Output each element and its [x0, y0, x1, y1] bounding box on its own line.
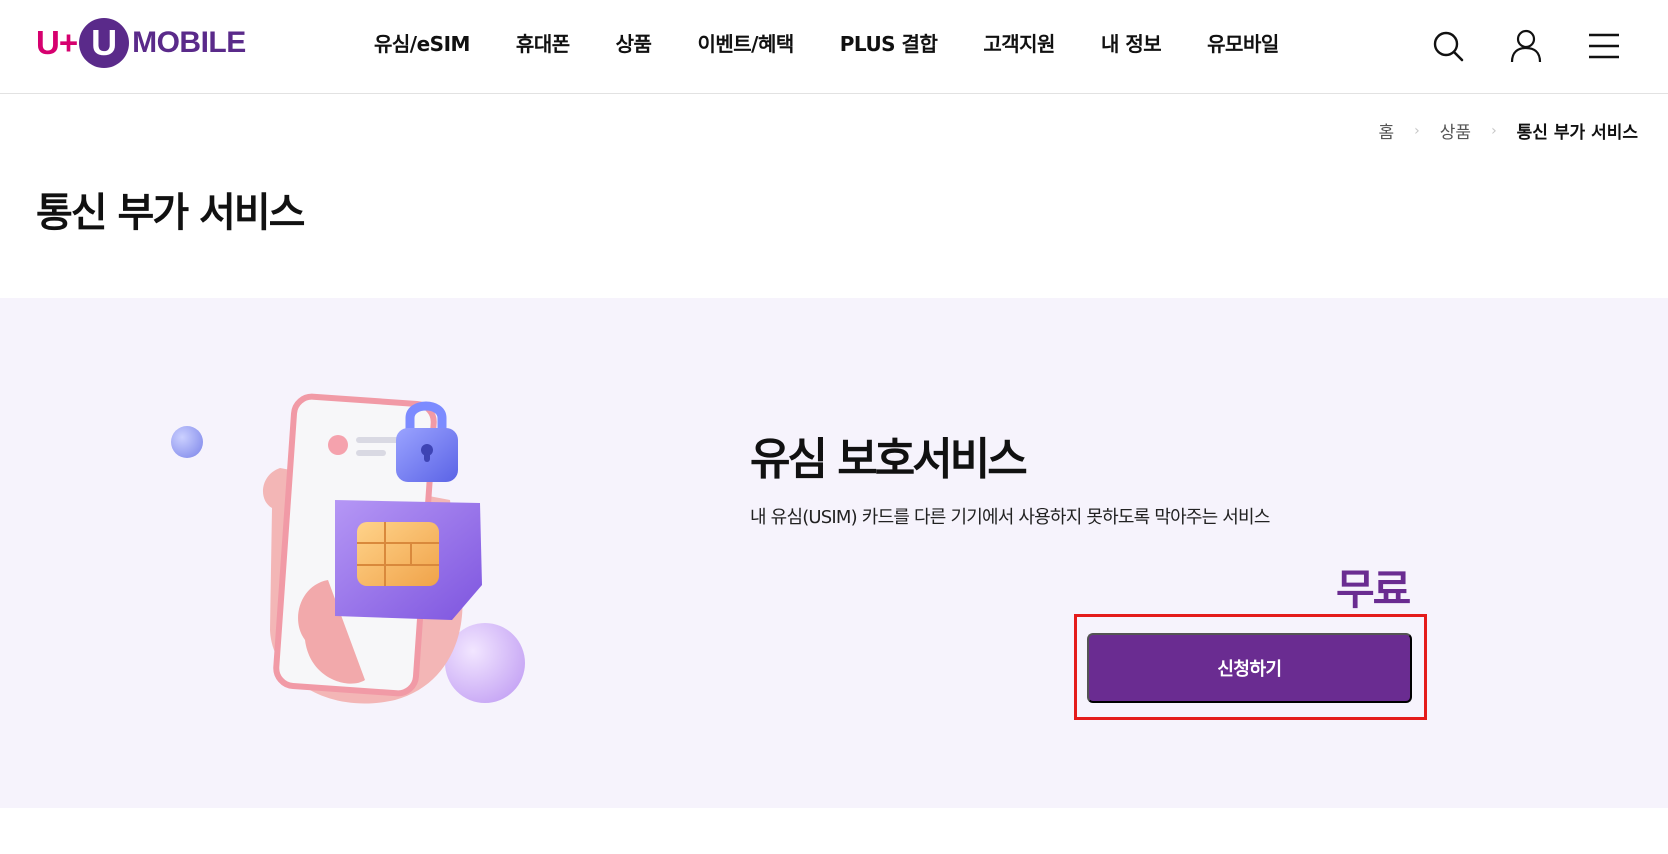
chevron-right-icon: ›	[1414, 122, 1420, 139]
nav-item-usim-esim[interactable]: 유심/eSIM	[374, 28, 470, 57]
logo-u-circle: U	[79, 18, 130, 68]
nav-item-phones[interactable]: 휴대폰	[516, 28, 570, 57]
breadcrumb: 홈 › 상품 › 통신 부가 서비스	[1379, 118, 1638, 144]
apply-button[interactable]: 신청하기	[1087, 633, 1412, 703]
chevron-right-icon: ›	[1491, 122, 1497, 139]
service-hero: 유심 보호서비스 내 유심(USIM) 카드를 다른 기기에서 사용하지 못하도…	[0, 298, 1668, 808]
usim-protection-illustration	[160, 380, 540, 720]
logo-mobile-word: MOBILE	[132, 26, 246, 59]
logo-uplus: U+	[36, 24, 78, 61]
header-actions	[1428, 26, 1624, 66]
service-title: 유심 보호서비스	[750, 434, 1028, 485]
breadcrumb-current: 통신 부가 서비스	[1516, 123, 1638, 143]
service-price: 무료	[1336, 565, 1411, 614]
user-icon[interactable]	[1506, 26, 1546, 66]
nav-item-events[interactable]: 이벤트/혜택	[697, 28, 794, 57]
nav-item-umobile[interactable]: 유모바일	[1207, 28, 1279, 57]
breadcrumb-products[interactable]: 상품	[1440, 118, 1471, 143]
site-header: U+ U MOBILE 유심/eSIM 휴대폰 상품 이벤트/혜택 PLUS 결…	[0, 0, 1668, 94]
nav-item-support[interactable]: 고객지원	[983, 28, 1055, 57]
menu-icon[interactable]	[1584, 26, 1624, 66]
search-icon[interactable]	[1428, 26, 1468, 66]
service-description: 내 유심(USIM) 카드를 다른 기기에서 사용하지 못하도록 막아주는 서비…	[750, 507, 1270, 528]
page-title: 통신 부가 서비스	[36, 190, 305, 236]
nav-item-plus-bundle[interactable]: PLUS 결합	[840, 28, 938, 57]
nav-item-products[interactable]: 상품	[616, 28, 652, 57]
main-nav: 유심/eSIM 휴대폰 상품 이벤트/혜택 PLUS 결합 고객지원 내 정보 …	[374, 28, 1325, 57]
umobile-logo[interactable]: U+ U MOBILE	[36, 18, 246, 68]
nav-item-my-info[interactable]: 내 정보	[1101, 28, 1162, 57]
breadcrumb-home[interactable]: 홈	[1379, 118, 1395, 143]
